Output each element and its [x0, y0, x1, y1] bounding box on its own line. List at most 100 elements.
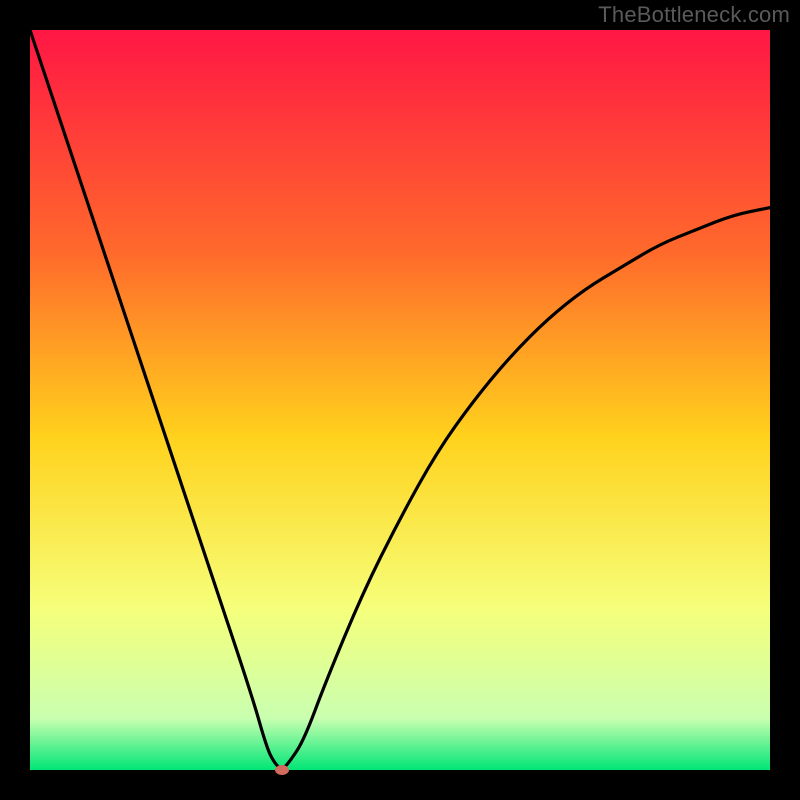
gradient-row	[30, 210, 770, 212]
plot-area	[30, 30, 770, 770]
gradient-row	[30, 756, 770, 758]
gradient-row	[30, 182, 770, 184]
gradient-row	[30, 436, 770, 438]
gradient-row	[30, 412, 770, 414]
gradient-row	[30, 542, 770, 544]
gradient-row	[30, 432, 770, 434]
gradient-row	[30, 626, 770, 628]
gradient-row	[30, 106, 770, 108]
gradient-row	[30, 32, 770, 34]
gradient-row	[30, 276, 770, 278]
gradient-row	[30, 624, 770, 626]
gradient-row	[30, 428, 770, 430]
gradient-row	[30, 218, 770, 220]
gradient-row	[30, 498, 770, 500]
gradient-row	[30, 482, 770, 484]
gradient-row	[30, 552, 770, 554]
gradient-row	[30, 600, 770, 602]
gradient-row	[30, 158, 770, 160]
gradient-row	[30, 318, 770, 320]
gradient-row	[30, 484, 770, 486]
gradient-row	[30, 174, 770, 176]
gradient-row	[30, 112, 770, 114]
gradient-row	[30, 334, 770, 336]
gradient-row	[30, 574, 770, 576]
gradient-row	[30, 288, 770, 290]
gradient-row	[30, 344, 770, 346]
gradient-row	[30, 370, 770, 372]
gradient-row	[30, 42, 770, 44]
gradient-row	[30, 306, 770, 308]
gradient-row	[30, 198, 770, 200]
gradient-row	[30, 68, 770, 70]
gradient-row	[30, 98, 770, 100]
gradient-row	[30, 202, 770, 204]
gradient-row	[30, 536, 770, 538]
gradient-row	[30, 82, 770, 84]
gradient-row	[30, 726, 770, 728]
gradient-row	[30, 300, 770, 302]
gradient-row	[30, 38, 770, 40]
gradient-row	[30, 628, 770, 630]
gradient-row	[30, 328, 770, 330]
gradient-row	[30, 392, 770, 394]
gradient-row	[30, 720, 770, 722]
gradient-row	[30, 250, 770, 252]
gradient-row	[30, 350, 770, 352]
gradient-row	[30, 398, 770, 400]
gradient-row	[30, 242, 770, 244]
gradient-row	[30, 662, 770, 664]
gradient-row	[30, 512, 770, 514]
gradient-row	[30, 96, 770, 98]
gradient-row	[30, 648, 770, 650]
gradient-row	[30, 108, 770, 110]
gradient-row	[30, 582, 770, 584]
gradient-row	[30, 604, 770, 606]
gradient-row	[30, 446, 770, 448]
gradient-row	[30, 92, 770, 94]
gradient-row	[30, 666, 770, 668]
gradient-row	[30, 728, 770, 730]
gradient-row	[30, 386, 770, 388]
gradient-row	[30, 302, 770, 304]
gradient-row	[30, 230, 770, 232]
gradient-row	[30, 364, 770, 366]
gradient-row	[30, 366, 770, 368]
gradient-row	[30, 304, 770, 306]
gradient-row	[30, 290, 770, 292]
gradient-row	[30, 458, 770, 460]
gradient-row	[30, 118, 770, 120]
gradient-row	[30, 278, 770, 280]
gradient-row	[30, 448, 770, 450]
gradient-row	[30, 682, 770, 684]
gradient-row	[30, 476, 770, 478]
gradient-row	[30, 100, 770, 102]
gradient-row	[30, 732, 770, 734]
gradient-row	[30, 588, 770, 590]
chart-frame: TheBottleneck.com	[0, 0, 800, 800]
gradient-row	[30, 348, 770, 350]
gradient-row	[30, 538, 770, 540]
gradient-row	[30, 544, 770, 546]
gradient-row	[30, 46, 770, 48]
gradient-row	[30, 266, 770, 268]
gradient-row	[30, 48, 770, 50]
gradient-row	[30, 102, 770, 104]
gradient-row	[30, 84, 770, 86]
gradient-row	[30, 166, 770, 168]
gradient-row	[30, 494, 770, 496]
gradient-row	[30, 634, 770, 636]
gradient-row	[30, 596, 770, 598]
gradient-row	[30, 360, 770, 362]
gradient-row	[30, 694, 770, 696]
gradient-row	[30, 522, 770, 524]
gradient-row	[30, 254, 770, 256]
gradient-row	[30, 680, 770, 682]
gradient-row	[30, 486, 770, 488]
gradient-row	[30, 684, 770, 686]
gradient-row	[30, 714, 770, 716]
gradient-row	[30, 34, 770, 36]
gradient-row	[30, 576, 770, 578]
gradient-row	[30, 468, 770, 470]
gradient-row	[30, 132, 770, 134]
